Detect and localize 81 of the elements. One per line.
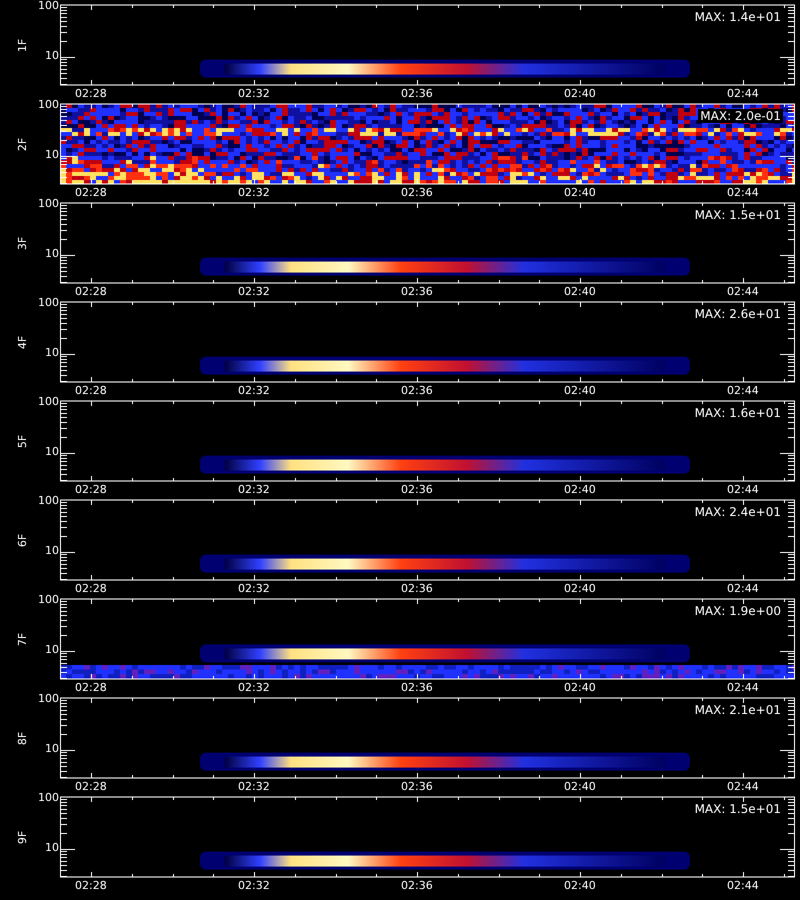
tick-label: 10 (45, 149, 59, 162)
max-value-label: MAX: 1.5e+01 (692, 802, 783, 816)
max-value-label: MAX: 2.4e+01 (692, 505, 783, 519)
tick-label: 02:40 (564, 483, 596, 496)
tick-label: 02:28 (75, 483, 107, 496)
max-value-label: MAX: 2.1e+01 (692, 703, 783, 717)
tick-label: 10 (45, 545, 59, 558)
tick-label: 100 (38, 594, 59, 606)
tick-label: 02:36 (401, 582, 433, 595)
tick-label: 10 (45, 248, 59, 260)
tick-label: 02:44 (727, 681, 759, 694)
tick-label: 02:44 (727, 582, 759, 595)
axis-label: 1F (16, 38, 30, 52)
tick-label: 02:44 (727, 780, 759, 793)
tick-label: 100 (38, 396, 59, 408)
tick-label: 02:28 (75, 186, 107, 199)
tick-label: 100 (38, 693, 59, 705)
tick-label: 02:36 (401, 483, 433, 496)
tick-label: 100 (38, 495, 59, 507)
tick-label: 02:28 (75, 285, 107, 298)
tick-label: 02:32 (238, 879, 270, 892)
axis-label: 3F (16, 236, 30, 250)
tick-label: 02:32 (238, 186, 270, 199)
tick-label: 100 (38, 0, 59, 12)
tick-label: 02:40 (564, 186, 596, 199)
tick-label: 02:40 (564, 87, 596, 100)
tick-label: 10 (45, 842, 59, 854)
tick-label: 10 (45, 644, 59, 656)
tick-label: 10 (45, 743, 59, 756)
tick-label: 100 (38, 198, 59, 210)
tick-label: 02:32 (238, 582, 270, 595)
tick-label: 02:32 (238, 384, 270, 397)
tick-label: 02:40 (564, 285, 596, 298)
axis-label: 5F (16, 434, 30, 448)
tick-label: 02:28 (75, 384, 107, 397)
tick-label: 02:44 (727, 285, 759, 298)
tick-label: 10 (45, 50, 59, 62)
max-value-label: MAX: 1.6e+01 (692, 406, 783, 420)
tick-label: 02:28 (75, 681, 107, 694)
tick-label: 02:32 (238, 780, 270, 793)
axis-label: 2F (16, 137, 30, 151)
tick-label: 02:36 (401, 780, 433, 793)
tick-label: 02:44 (727, 384, 759, 397)
tick-label: 02:32 (238, 285, 270, 298)
tick-label: 02:40 (564, 879, 596, 892)
tick-label: 02:44 (727, 186, 759, 199)
axis-label: 6F (16, 533, 30, 547)
axis-label: 4F (16, 335, 30, 349)
tick-label: 02:40 (564, 384, 596, 397)
max-value-label: MAX: 1.5e+01 (692, 208, 783, 222)
tick-label: 02:32 (238, 681, 270, 694)
tick-label: 02:36 (401, 285, 433, 298)
tick-label: 02:36 (401, 879, 433, 892)
axis-label: 8F (16, 731, 30, 745)
tick-label: 02:32 (238, 87, 270, 100)
tick-label: 100 (38, 99, 59, 111)
tick-label: 02:36 (401, 681, 433, 694)
tick-label: 02:44 (727, 879, 759, 892)
tick-label: 02:28 (75, 582, 107, 595)
tick-label: 02:32 (238, 483, 270, 496)
tick-label: 02:36 (401, 384, 433, 397)
tick-label: 100 (38, 792, 59, 804)
max-value-label: MAX: 2.0e-01 (698, 109, 783, 123)
max-value-label: MAX: 1.4e+01 (692, 10, 783, 24)
max-value-label: MAX: 1.9e+00 (692, 604, 783, 618)
tick-label: 02:40 (564, 780, 596, 793)
tick-label: 100 (38, 297, 59, 309)
tick-label: 02:28 (75, 87, 107, 100)
tick-label: 10 (45, 446, 59, 458)
tick-label: 02:36 (401, 186, 433, 199)
tick-label: 02:28 (75, 780, 107, 793)
axis-label: 9F (16, 830, 30, 844)
axis-label: 7F (16, 632, 30, 646)
tick-label: 02:40 (564, 681, 596, 694)
max-value-label: MAX: 2.6e+01 (692, 307, 783, 321)
tick-label: 02:40 (564, 582, 596, 595)
tick-label: 02:28 (75, 879, 107, 892)
tick-label: 02:36 (401, 87, 433, 100)
tick-label: 02:44 (727, 87, 759, 100)
tick-label: 10 (45, 347, 59, 360)
tick-label: 02:44 (727, 483, 759, 496)
